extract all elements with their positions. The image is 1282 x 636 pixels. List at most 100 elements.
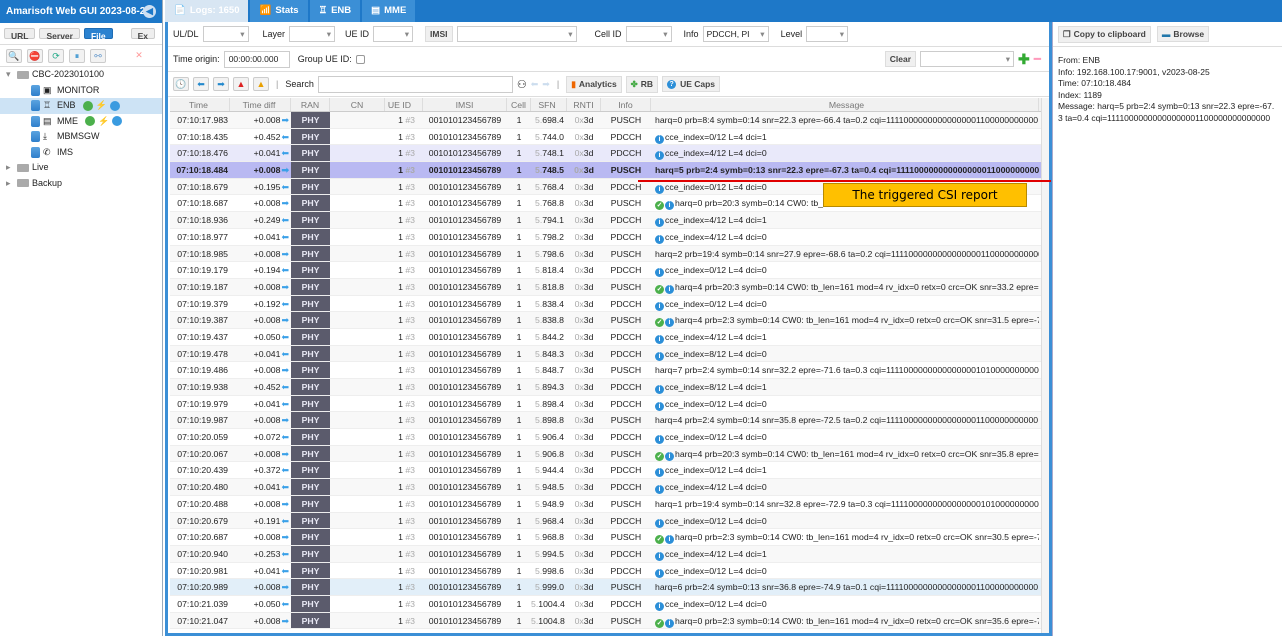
arrow-left-icon: ⬅ (281, 298, 289, 309)
tree-item-live[interactable]: ▸ Live (0, 160, 162, 176)
column-header-sfn[interactable]: SFN (531, 98, 567, 111)
tab-mme[interactable]: ▤ MME (362, 0, 416, 22)
tab-logs[interactable]: 📄 Logs: 1650 (165, 0, 249, 22)
tree-item-cbc-2023010100[interactable]: ▾ CBC-2023010100 (0, 67, 162, 83)
filter-preset-select[interactable] (920, 51, 1015, 67)
column-header-time[interactable]: Time (170, 98, 230, 111)
table-row[interactable]: 07:10:19.187 +0.008➡ PHY 1 #3 00101012345678… (170, 278, 1045, 296)
tree-item-enb[interactable]: ♖ ENB ⚡ (0, 98, 162, 114)
tab-stats[interactable]: 📶 Stats (250, 0, 308, 22)
table-row[interactable]: 07:10:20.439 +0.372⬅ PHY 1 #3 00101012345678… (170, 462, 1045, 480)
table-row[interactable]: 07:10:19.387 +0.008➡ PHY 1 #3 00101012345678… (170, 312, 1045, 329)
pause-icon[interactable]: ⏸ (69, 49, 85, 63)
group-ue-checkbox[interactable] (355, 54, 365, 64)
table-row[interactable]: 07:10:18.977 +0.041⬅ PHY 1 #3 00101012345678… (170, 228, 1045, 246)
ueid-select[interactable] (373, 26, 414, 42)
table-row[interactable]: 07:10:17.983 +0.008➡ PHY 1 #3 00101012345678… (170, 112, 1045, 129)
table-row[interactable]: 07:10:20.067 +0.008➡ PHY 1 #3 00101012345678… (170, 445, 1045, 463)
table-row[interactable]: 07:10:18.936 +0.249⬅ PHY 1 #3 00101012345678… (170, 212, 1045, 229)
copy-to-clipboard-button[interactable]: ❐ Copy to clipboard (1058, 25, 1151, 43)
table-row[interactable]: 07:10:20.981 +0.041⬅ PHY 1 #3 00101012345678… (170, 562, 1045, 580)
url-button[interactable]: URL (4, 28, 36, 41)
table-row[interactable]: 07:10:21.039 +0.050⬅ PHY 1 #3 00101012345678… (170, 595, 1045, 613)
remove-icon[interactable]: ━ (1034, 52, 1041, 66)
table-row[interactable]: 07:10:18.435 +0.452⬅ PHY 1 #3 00101012345678… (170, 128, 1045, 146)
warning-icon[interactable]: ▲ (253, 77, 269, 91)
table-row[interactable]: 07:10:19.486 +0.008➡ PHY 1 #3 00101012345678… (170, 362, 1045, 379)
table-row[interactable]: 07:10:20.480 +0.041⬅ PHY 1 #3 00101012345678… (170, 479, 1045, 496)
table-row[interactable]: 07:10:19.979 +0.041⬅ PHY 1 #3 00101012345678… (170, 395, 1045, 413)
uecaps-button[interactable]: ? UE Caps (662, 76, 721, 92)
layer-select[interactable] (289, 26, 336, 42)
arrow-left-icon[interactable]: ⬅ (193, 77, 209, 91)
clock-icon[interactable]: 🕓 (173, 77, 189, 91)
cellid-select[interactable] (625, 26, 672, 42)
table-row[interactable]: 07:10:18.985 +0.008➡ PHY 1 #3 00101012345678… (170, 245, 1045, 263)
column-header-cn[interactable]: CN (330, 98, 385, 111)
column-header-cell[interactable]: Cell (507, 98, 531, 111)
rb-button[interactable]: ✤ RB (625, 75, 659, 93)
time-origin-input[interactable]: 00:00:00.000 (223, 50, 290, 68)
chevron-right-icon[interactable]: ▸ (6, 160, 14, 175)
analytics-button[interactable]: ▮ Analytics (566, 75, 622, 93)
tree-item-backup[interactable]: ▸ Backup (0, 176, 162, 192)
table-row[interactable]: 07:10:19.179 +0.194⬅ PHY 1 #3 00101012345678… (170, 262, 1045, 279)
clear-button[interactable]: Clear (884, 51, 917, 67)
cell-cell: 1 (516, 398, 522, 409)
tree-item-monitor[interactable]: ▣ MONITOR (0, 83, 162, 99)
imsi-button[interactable]: IMSI (425, 26, 453, 42)
table-row[interactable]: 07:10:19.938 +0.452⬅ PHY 1 #3 00101012345678… (170, 379, 1045, 396)
refresh-icon[interactable]: ⟳ (48, 49, 64, 63)
play-icon[interactable] (109, 100, 120, 111)
column-header-message[interactable]: Message (651, 98, 1039, 111)
stop-icon[interactable]: ⛔ (27, 49, 43, 63)
export-button[interactable]: Ex (130, 28, 156, 41)
binoculars-icon[interactable]: ⚇ (517, 78, 527, 91)
info-select[interactable]: PDCCH, PI (702, 26, 769, 42)
column-header-time-diff[interactable]: Time diff (230, 98, 291, 111)
table-row[interactable]: 07:10:20.687 +0.008➡ PHY 1 #3 00101012345678… (170, 529, 1045, 546)
chevron-down-icon[interactable]: ▾ (6, 67, 14, 82)
uldl-select[interactable] (202, 26, 249, 42)
tree-item-mme[interactable]: ▤ MME ⚡ (0, 114, 162, 130)
tree-item-ims[interactable]: ✆ IMS (0, 145, 162, 161)
chevron-right-icon[interactable]: ▸ (6, 176, 14, 191)
cn-cell (330, 479, 385, 495)
column-header-rnti[interactable]: RNTI (567, 98, 601, 111)
add-icon[interactable]: ✚ (1018, 51, 1030, 68)
search-input[interactable] (317, 75, 513, 93)
column-header-info[interactable]: Info (601, 98, 651, 111)
column-header-imsi[interactable]: IMSI (423, 98, 507, 111)
table-row[interactable]: 07:10:20.679 +0.191⬅ PHY 1 #3 00101012345678… (170, 512, 1045, 530)
table-row[interactable]: 07:10:21.047 +0.008➡ PHY 1 #3 00101012345678… (170, 612, 1045, 630)
search-next-icon[interactable]: ➡ (542, 79, 550, 90)
server-button[interactable]: Server (39, 28, 80, 41)
column-header-ran[interactable]: RAN (291, 98, 330, 111)
file-button[interactable]: File (83, 28, 113, 41)
table-row[interactable]: 07:10:18.476 +0.041⬅ PHY 1 #3 00101012345678… (170, 145, 1045, 163)
level-select[interactable] (806, 26, 849, 42)
connect-icon[interactable]: ⚯ (90, 49, 106, 63)
search-prev-icon[interactable]: ⬅ (531, 79, 539, 90)
table-row[interactable]: 07:10:20.940 +0.253⬅ PHY 1 #3 00101012345678… (170, 545, 1045, 563)
table-row[interactable]: 07:10:19.478 +0.041⬅ PHY 1 #3 00101012345678… (170, 345, 1045, 363)
browse-button[interactable]: ▬ Browse (1156, 26, 1210, 42)
tree-item-mbmsgw[interactable]: ⤓ MBMSGW (0, 129, 162, 145)
table-row[interactable]: 07:10:18.484 +0.008➡ PHY 1 #3 00101012345678… (170, 162, 1045, 179)
table-row[interactable]: 07:10:20.488 +0.008➡ PHY 1 #3 00101012345678… (170, 495, 1045, 513)
error-icon[interactable]: ▲ (233, 77, 249, 91)
close-icon[interactable]: ✕ (131, 49, 147, 63)
table-row[interactable]: 07:10:20.989 +0.008➡ PHY 1 #3 00101012345678… (170, 579, 1045, 596)
table-row[interactable]: 07:10:19.379 +0.192⬅ PHY 1 #3 00101012345678… (170, 295, 1045, 313)
play-icon[interactable] (112, 116, 123, 127)
table-row[interactable]: 07:10:19.987 +0.008➡ PHY 1 #3 00101012345678… (170, 412, 1045, 430)
table-row[interactable]: 07:10:20.059 +0.072⬅ PHY 1 #3 00101012345678… (170, 429, 1045, 446)
vertical-scrollbar[interactable] (1041, 98, 1049, 633)
table-row[interactable]: 07:10:19.437 +0.050⬅ PHY 1 #3 00101012345678… (170, 328, 1045, 346)
arrow-right-icon[interactable]: ➡ (213, 77, 229, 91)
imsi-select[interactable] (456, 26, 577, 42)
search-icon[interactable]: 🔍 (6, 49, 22, 63)
column-header-ue-id[interactable]: UE ID (385, 98, 423, 111)
collapse-sidebar-icon[interactable]: ◀ (143, 5, 156, 18)
tab-enb[interactable]: ♖ ENB (309, 0, 361, 22)
